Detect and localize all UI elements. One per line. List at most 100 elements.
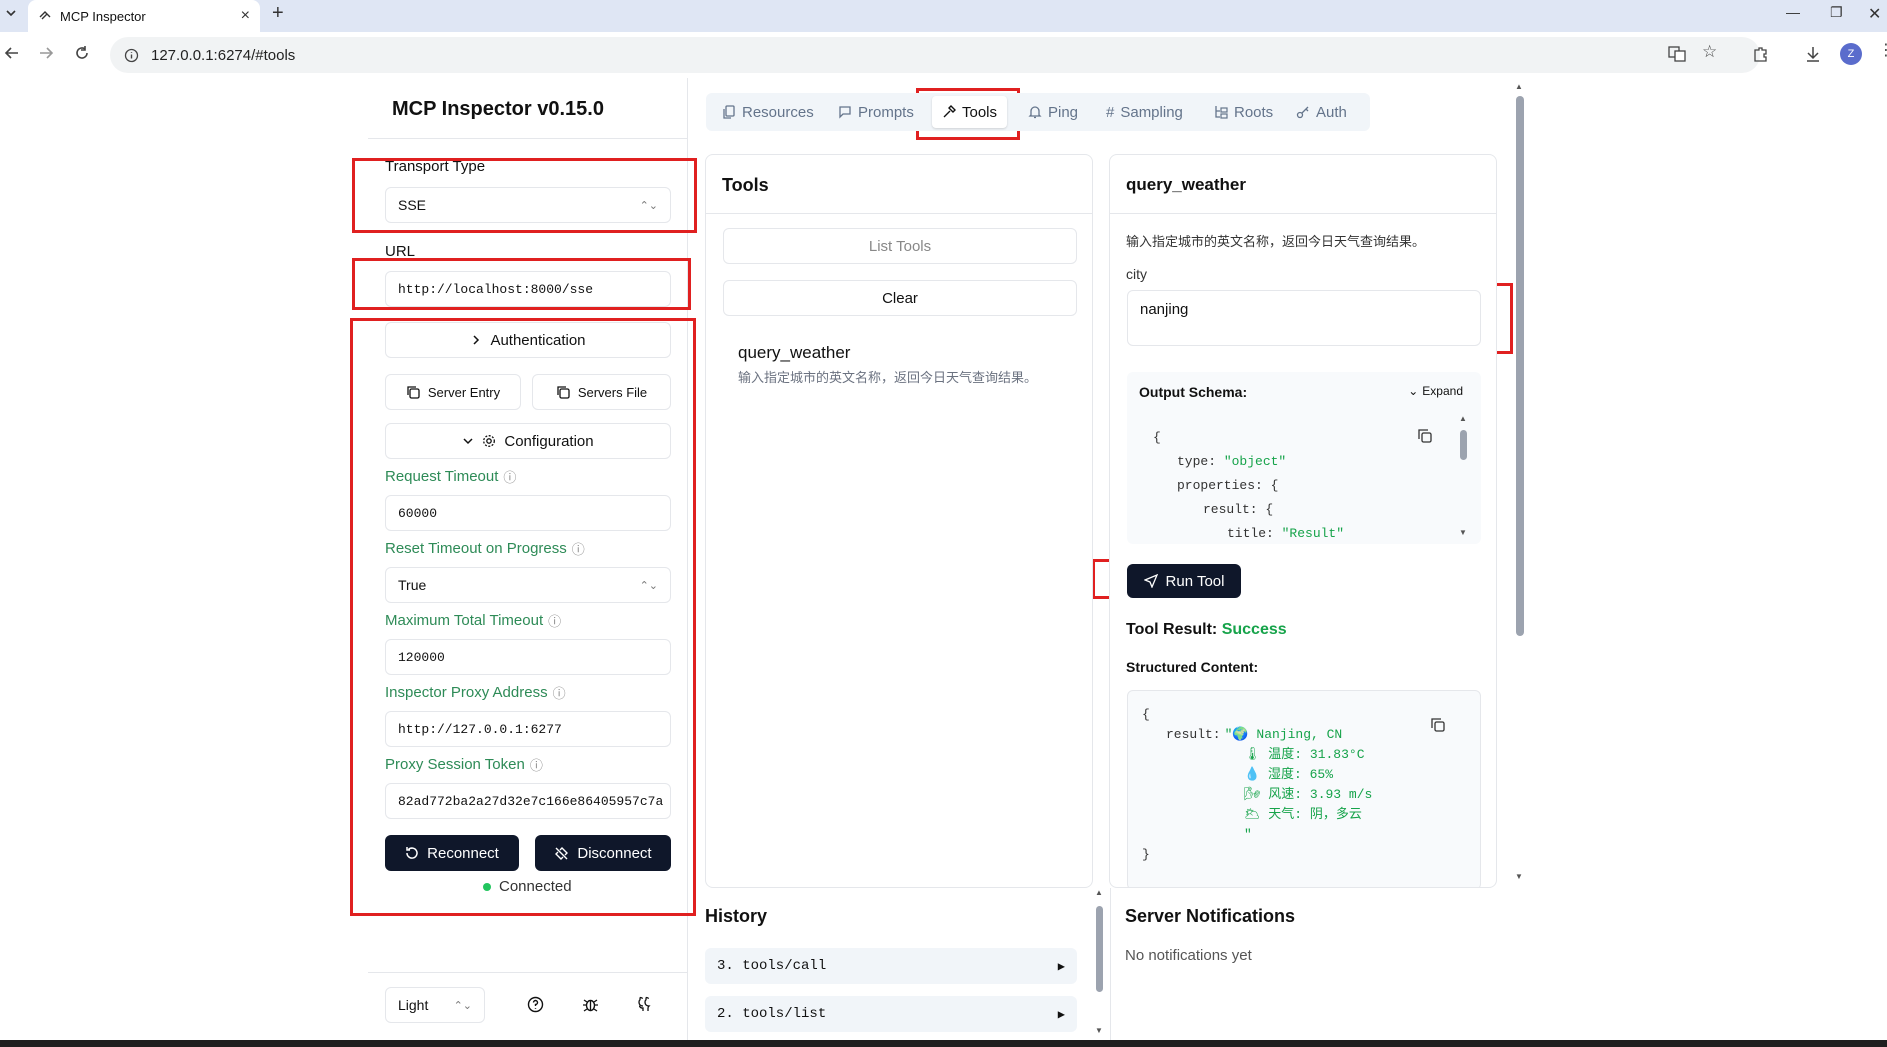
copy-schema-icon[interactable] — [1417, 428, 1433, 444]
download-icon[interactable] — [1804, 45, 1822, 63]
code-line: { — [1153, 430, 1161, 445]
output-schema-label: Output Schema: — [1139, 384, 1248, 400]
theme-value: Light — [398, 997, 429, 1013]
history-item[interactable]: 3. tools/call ▶ — [705, 948, 1077, 984]
history-scrollbar[interactable]: ▲ ▼ — [1095, 888, 1105, 1038]
schema-scrollbar[interactable]: ▲ ▼ — [1459, 414, 1467, 542]
bell-icon — [1028, 105, 1042, 119]
help-icon[interactable]: ⓘ — [572, 539, 585, 558]
profile-avatar[interactable]: Z — [1840, 43, 1862, 65]
output-schema-section: Output Schema: ⌄ Expand { type: "object" … — [1127, 372, 1481, 544]
tab-sampling[interactable]: # Sampling — [1096, 96, 1193, 128]
theme-select[interactable]: Light ⌃⌄ — [385, 987, 485, 1023]
main-scrollbar[interactable]: ▲ ▼ — [1514, 82, 1526, 884]
url-value: http://localhost:8000/sse — [398, 281, 594, 297]
tab-ping[interactable]: Ping — [1018, 96, 1088, 128]
request-timeout-value: 60000 — [398, 505, 438, 521]
tab-prompts-label: Prompts — [858, 103, 914, 121]
code-key: title: — [1227, 526, 1274, 541]
help-icon[interactable]: ⓘ — [503, 467, 516, 486]
run-tool-button[interactable]: Run Tool — [1127, 564, 1241, 598]
run-tool-label: Run Tool — [1165, 572, 1225, 590]
divider — [1110, 888, 1111, 1040]
bug-icon[interactable] — [582, 996, 599, 1013]
history-item[interactable]: 2. tools/list ▶ — [705, 996, 1077, 1032]
reset-timeout-value: True — [398, 577, 427, 593]
translate-icon[interactable] — [1668, 45, 1686, 63]
param-city-label: city — [1126, 266, 1147, 282]
history-panel: History 3. tools/call ▶ 2. tools/list ▶ ▲ … — [705, 888, 1103, 1047]
code-line: type: "object" — [1153, 450, 1455, 474]
clear-button[interactable]: Clear — [723, 280, 1077, 316]
tab-prompts[interactable]: Prompts — [828, 96, 924, 128]
browser-tab[interactable]: MCP Inspector × — [28, 0, 260, 32]
notifications-title: Server Notifications — [1125, 906, 1296, 926]
browser-menu-icon[interactable]: ⋮ — [1878, 40, 1887, 60]
tab-search-icon[interactable] — [4, 6, 18, 20]
address-bar[interactable]: 127.0.0.1:6274/#tools — [110, 37, 1760, 73]
extensions-icon[interactable] — [1752, 45, 1770, 63]
detail-title: query_weather — [1126, 175, 1246, 194]
servers-file-button[interactable]: Servers File — [532, 374, 671, 410]
tab-roots[interactable]: Roots — [1204, 96, 1283, 128]
close-window-icon[interactable]: ✕ — [1868, 4, 1881, 24]
configuration-button[interactable]: Configuration — [385, 423, 671, 459]
minimize-icon[interactable]: — — [1786, 4, 1800, 20]
site-info-icon[interactable] — [124, 48, 139, 63]
select-arrows-icon: ⌃⌄ — [639, 579, 658, 592]
tool-list-item[interactable]: query_weather 输入指定城市的英文名称，返回今日天气查询结果。 — [738, 343, 1078, 386]
connection-status: Connected — [483, 878, 572, 895]
back-icon[interactable] — [4, 45, 20, 61]
help-icon[interactable]: ⓘ — [530, 755, 543, 774]
list-tools-button[interactable]: List Tools — [723, 228, 1077, 264]
help-icon[interactable]: ⓘ — [553, 683, 566, 702]
tab-auth-label: Auth — [1316, 103, 1347, 121]
tool-result-label: Tool Result: — [1126, 621, 1218, 638]
city-value: nanjing — [1140, 301, 1189, 318]
divider — [706, 213, 1092, 214]
transport-type-select[interactable]: SSE ⌃⌄ — [385, 187, 671, 223]
code-key: type: — [1177, 454, 1217, 469]
reload-icon[interactable] — [74, 45, 90, 61]
code-string: 💧 湿度: 65% — [1244, 767, 1333, 782]
reconnect-button[interactable]: Reconnect — [385, 835, 519, 871]
expand-button[interactable]: ⌄ Expand — [1408, 384, 1463, 398]
tab-auth[interactable]: Auth — [1286, 96, 1357, 128]
code-string: "Result" — [1281, 526, 1345, 541]
config-label-text: Request Timeout — [385, 468, 499, 485]
new-tab-icon[interactable]: + — [272, 2, 284, 25]
max-total-timeout-input[interactable]: 120000 — [385, 639, 671, 675]
restore-icon[interactable]: ❐ — [1830, 4, 1843, 21]
tool-result-status: Success — [1221, 621, 1287, 638]
close-tab-icon[interactable]: × — [241, 7, 250, 25]
city-input[interactable]: nanjing — [1127, 290, 1481, 346]
code-string: 🌬 风速: 3.93 m/s — [1244, 787, 1373, 802]
authentication-button[interactable]: Authentication — [385, 322, 671, 358]
proxy-address-input[interactable]: http://127.0.0.1:6277 — [385, 711, 671, 747]
code-line: } — [1142, 847, 1150, 862]
url-input[interactable]: http://localhost:8000/sse — [385, 271, 671, 307]
session-token-input[interactable]: 82ad772ba2a27d32e7c166e86405957c7a — [385, 783, 671, 819]
help-icon[interactable]: ⓘ — [548, 611, 561, 630]
history-title: History — [705, 906, 768, 926]
code-line: properties: { — [1177, 478, 1279, 493]
detail-desc: 输入指定城市的英文名称，返回今日天气查询结果。 — [1126, 234, 1426, 249]
tab-strip: MCP Inspector × + — ❐ ✕ — [0, 0, 1887, 32]
url-label: URL — [385, 243, 416, 260]
request-timeout-input[interactable]: 60000 — [385, 495, 671, 531]
github-icon[interactable] — [637, 996, 654, 1013]
help-circle-icon[interactable] — [527, 996, 544, 1013]
notifications-empty: No notifications yet — [1125, 947, 1252, 964]
gear-icon — [482, 434, 496, 448]
server-entry-button[interactable]: Server Entry — [385, 374, 521, 410]
copy-result-icon[interactable] — [1430, 717, 1446, 733]
forward-icon[interactable] — [38, 45, 54, 61]
disconnect-button[interactable]: Disconnect — [535, 835, 671, 871]
reset-timeout-select[interactable]: True ⌃⌄ — [385, 567, 671, 603]
tab-resources[interactable]: Resources — [712, 96, 824, 128]
bookmark-star-icon[interactable]: ☆ — [1702, 42, 1717, 62]
config-label-text: Reset Timeout on Progress — [385, 540, 567, 557]
clear-label: Clear — [882, 289, 918, 307]
browser-tab-title: MCP Inspector — [60, 8, 146, 24]
tab-tools[interactable]: Tools — [932, 96, 1008, 128]
